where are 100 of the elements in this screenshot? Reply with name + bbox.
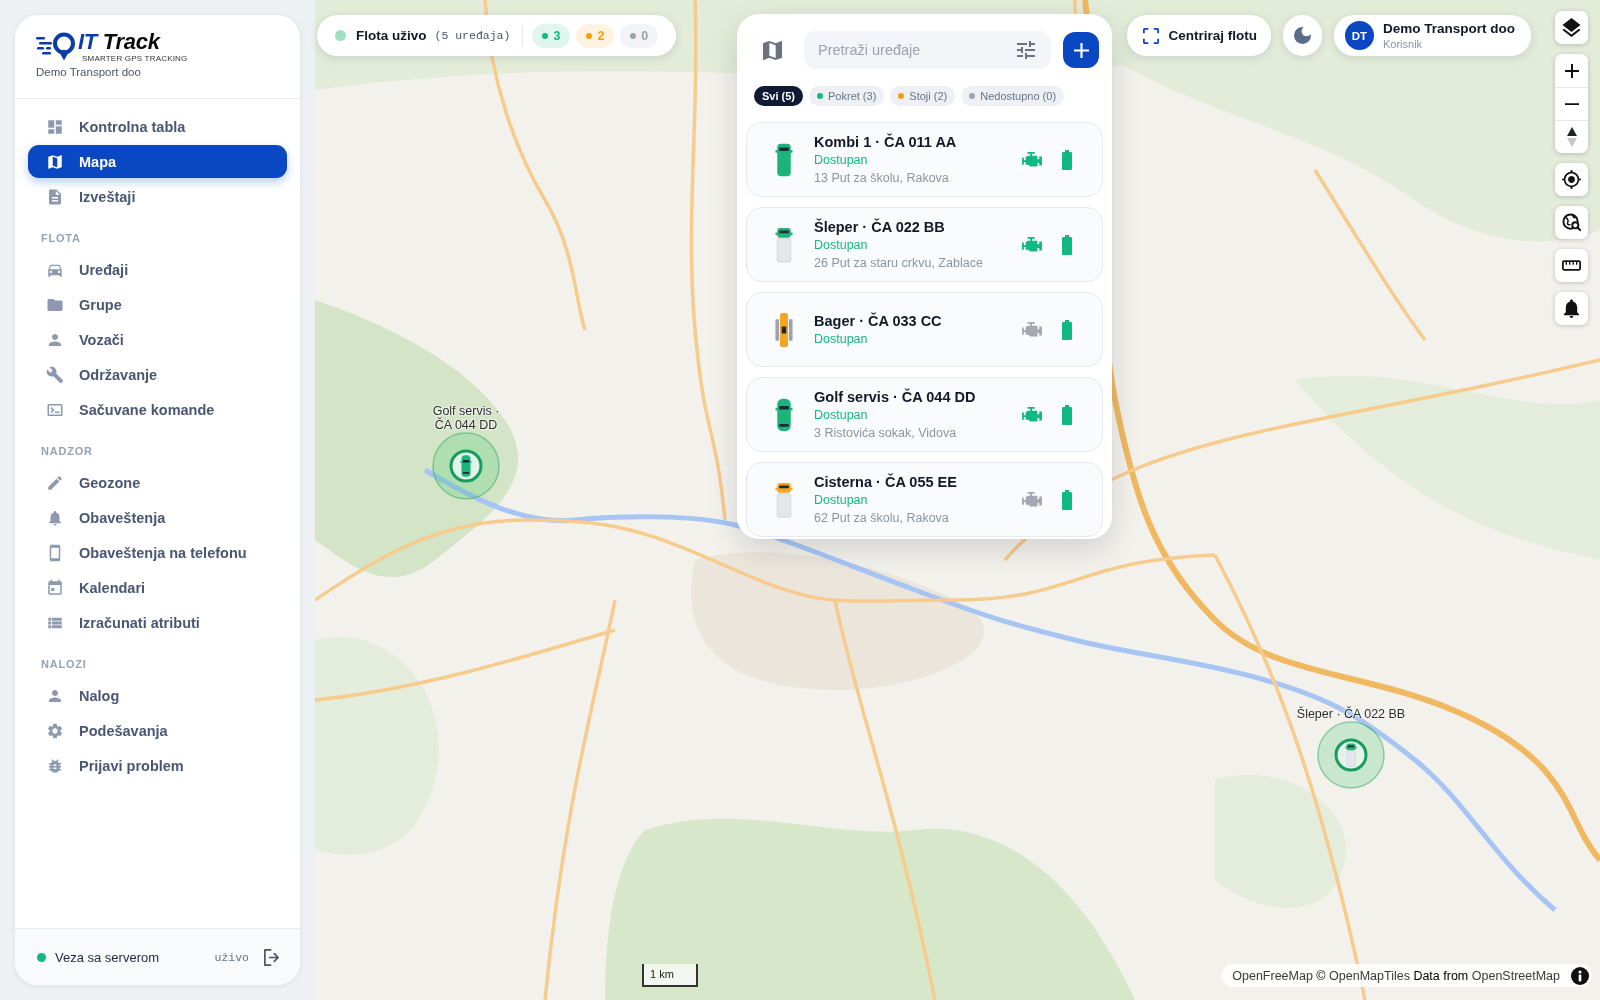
nav-item[interactable]: Vozači xyxy=(28,323,287,356)
battery-icon xyxy=(1062,404,1072,425)
vehicle-marker-icon[interactable] xyxy=(432,432,500,500)
calendar-icon xyxy=(46,578,64,597)
device-status: Dostupan xyxy=(814,151,868,169)
bell-icon xyxy=(46,508,64,527)
company-name: Demo Transport doo xyxy=(36,65,141,80)
device-card[interactable]: Šleper · ČA 022 BB Dostupan 26 Put za staru crkvu, Zablace xyxy=(746,207,1103,282)
sliders-icon[interactable] xyxy=(1017,41,1035,59)
filter-chip[interactable]: Stoji (2) xyxy=(890,86,956,106)
nav-item[interactable]: Grupe xyxy=(28,288,287,321)
battery-icon xyxy=(1062,489,1072,510)
connection-status: Veza sa serverom xyxy=(55,949,160,965)
user-avatar: DT xyxy=(1345,21,1374,50)
device-name: Cisterna · ČA 055 EE xyxy=(814,472,957,491)
logout-icon xyxy=(263,948,280,966)
battery-icon xyxy=(1062,319,1072,340)
map-search-button[interactable] xyxy=(1555,206,1588,239)
device-status: Dostupan xyxy=(814,330,868,348)
nav-item[interactable]: Održavanje xyxy=(28,358,287,391)
dashboard-icon xyxy=(46,117,64,136)
nav-item[interactable]: Izveštaji xyxy=(28,180,287,213)
nav-item[interactable]: Nalog xyxy=(28,679,287,712)
section-heading: NADZOR xyxy=(40,444,94,459)
device-card[interactable]: Cisterna · ČA 055 EE Dostupan 62 Put za školu, Rakova xyxy=(746,462,1103,537)
layers-icon xyxy=(1562,18,1581,37)
fleet-title: Flota uživo xyxy=(356,28,427,43)
center-fleet-button[interactable]: Centriraj flotu xyxy=(1127,15,1271,56)
device-status: Dostupan xyxy=(814,491,868,509)
device-card[interactable]: Golf servis · ČA 044 DD Dostupan 3 Ristovića sokak, Vidova xyxy=(746,377,1103,452)
bug-icon xyxy=(46,756,64,775)
settings-icon xyxy=(46,721,64,740)
marker-label: Šleper · ČA 022 BB xyxy=(1296,707,1406,721)
nav-item[interactable]: Obaveštenja na telefonu xyxy=(28,536,287,569)
device-card[interactable]: Bager · ČA 033 CC Dostupan xyxy=(746,292,1103,367)
device-status: Dostupan xyxy=(814,236,868,254)
nav-item[interactable]: Geozone xyxy=(28,466,287,499)
device-address: 62 Put za školu, Rakova xyxy=(814,509,949,527)
count-value: 0 xyxy=(641,28,649,43)
count-value: 2 xyxy=(597,28,605,43)
document-icon xyxy=(46,187,64,206)
compass-icon xyxy=(1566,127,1577,147)
map-icon[interactable] xyxy=(763,40,782,60)
nav-item[interactable]: Prijavi problem xyxy=(28,749,287,782)
plus-icon xyxy=(1073,42,1089,58)
device-count: (5 uređaja) xyxy=(434,29,511,42)
marker-label: Golf servis · ČA 044 DD xyxy=(432,404,500,432)
device-address: 3 Ristovića sokak, Vidova xyxy=(814,424,957,442)
device-address: 26 Put za staru crkvu, Zablace xyxy=(814,254,983,272)
device-card[interactable]: Kombi 1 · ČA 011 AA Dostupan 13 Put za školu, Rakova xyxy=(746,122,1103,197)
focus-frame-icon xyxy=(1143,27,1160,44)
section-heading: NALOZI xyxy=(40,657,88,672)
nav-item[interactable]: Obaveštenja xyxy=(28,501,287,534)
layers-button[interactable] xyxy=(1555,11,1588,44)
device-name: Bager · ČA 033 CC xyxy=(814,311,942,330)
filter-chip[interactable]: Pokret (3) xyxy=(809,86,885,106)
locate-button[interactable] xyxy=(1555,163,1588,196)
logout-button[interactable] xyxy=(263,948,280,966)
attribution-link[interactable]: OpenStreetMap xyxy=(1471,968,1560,983)
device-address: 13 Put za školu, Rakova xyxy=(814,169,949,187)
nav-item[interactable]: Kalendari xyxy=(28,571,287,604)
info-icon[interactable] xyxy=(1571,966,1589,985)
vehicle-marker-icon[interactable] xyxy=(1317,721,1385,789)
nav-item[interactable]: Uređaji xyxy=(28,253,287,286)
attribution-text: OpenFreeMap © OpenMapTiles Data from OpenStreetMap xyxy=(1232,968,1560,983)
add-device-button[interactable] xyxy=(1063,32,1099,68)
nav-item[interactable]: Sačuvane komande xyxy=(28,393,287,426)
plus-icon xyxy=(1564,63,1579,78)
minus-icon xyxy=(1564,102,1579,106)
nav-item[interactable]: Kontrolna tabla xyxy=(28,110,287,143)
logo-tagline: SMARTER GPS TRACKING xyxy=(82,54,188,63)
globe-search-icon xyxy=(1562,213,1581,232)
battery-icon xyxy=(1062,149,1072,170)
moon-icon xyxy=(1294,27,1311,44)
count-value: 3 xyxy=(553,28,561,43)
nav-item[interactable]: Mapa xyxy=(28,145,287,178)
device-name: Šleper · ČA 022 BB xyxy=(814,217,945,236)
search-field[interactable]: Pretraži uređaje xyxy=(804,31,1051,69)
section-heading: FLOTA xyxy=(40,231,82,246)
ruler-button[interactable] xyxy=(1555,249,1588,282)
logo-pin-icon xyxy=(36,32,76,61)
device-name: Kombi 1 · ČA 011 AA xyxy=(814,132,957,151)
nav-item[interactable]: Podešavanja xyxy=(28,714,287,747)
filter-chip[interactable]: Nedostupno (0) xyxy=(961,86,1065,106)
nav-item[interactable]: Izračunati atributi xyxy=(28,606,287,639)
filter-chip[interactable]: Svi (5) xyxy=(754,86,803,106)
map-icon xyxy=(46,152,64,171)
notifications-button[interactable] xyxy=(1555,292,1588,325)
scale-bar: 1 km xyxy=(642,964,698,987)
wrench-icon xyxy=(46,365,64,384)
logo-wordmark: IT Track xyxy=(78,30,160,54)
pencil-icon xyxy=(46,473,64,492)
user-menu-button[interactable]: DT Demo Transport doo Korisnik xyxy=(1334,15,1531,56)
bell-icon xyxy=(1562,299,1581,318)
device-name: Golf servis · ČA 044 DD xyxy=(814,387,976,406)
live-label: uživo xyxy=(214,950,249,964)
battery-icon xyxy=(1062,234,1072,255)
attribution-link[interactable]: OpenFreeMap xyxy=(1232,968,1313,983)
attribution-link[interactable]: OpenMapTiles xyxy=(1329,968,1410,983)
crosshair-icon xyxy=(1562,170,1581,189)
